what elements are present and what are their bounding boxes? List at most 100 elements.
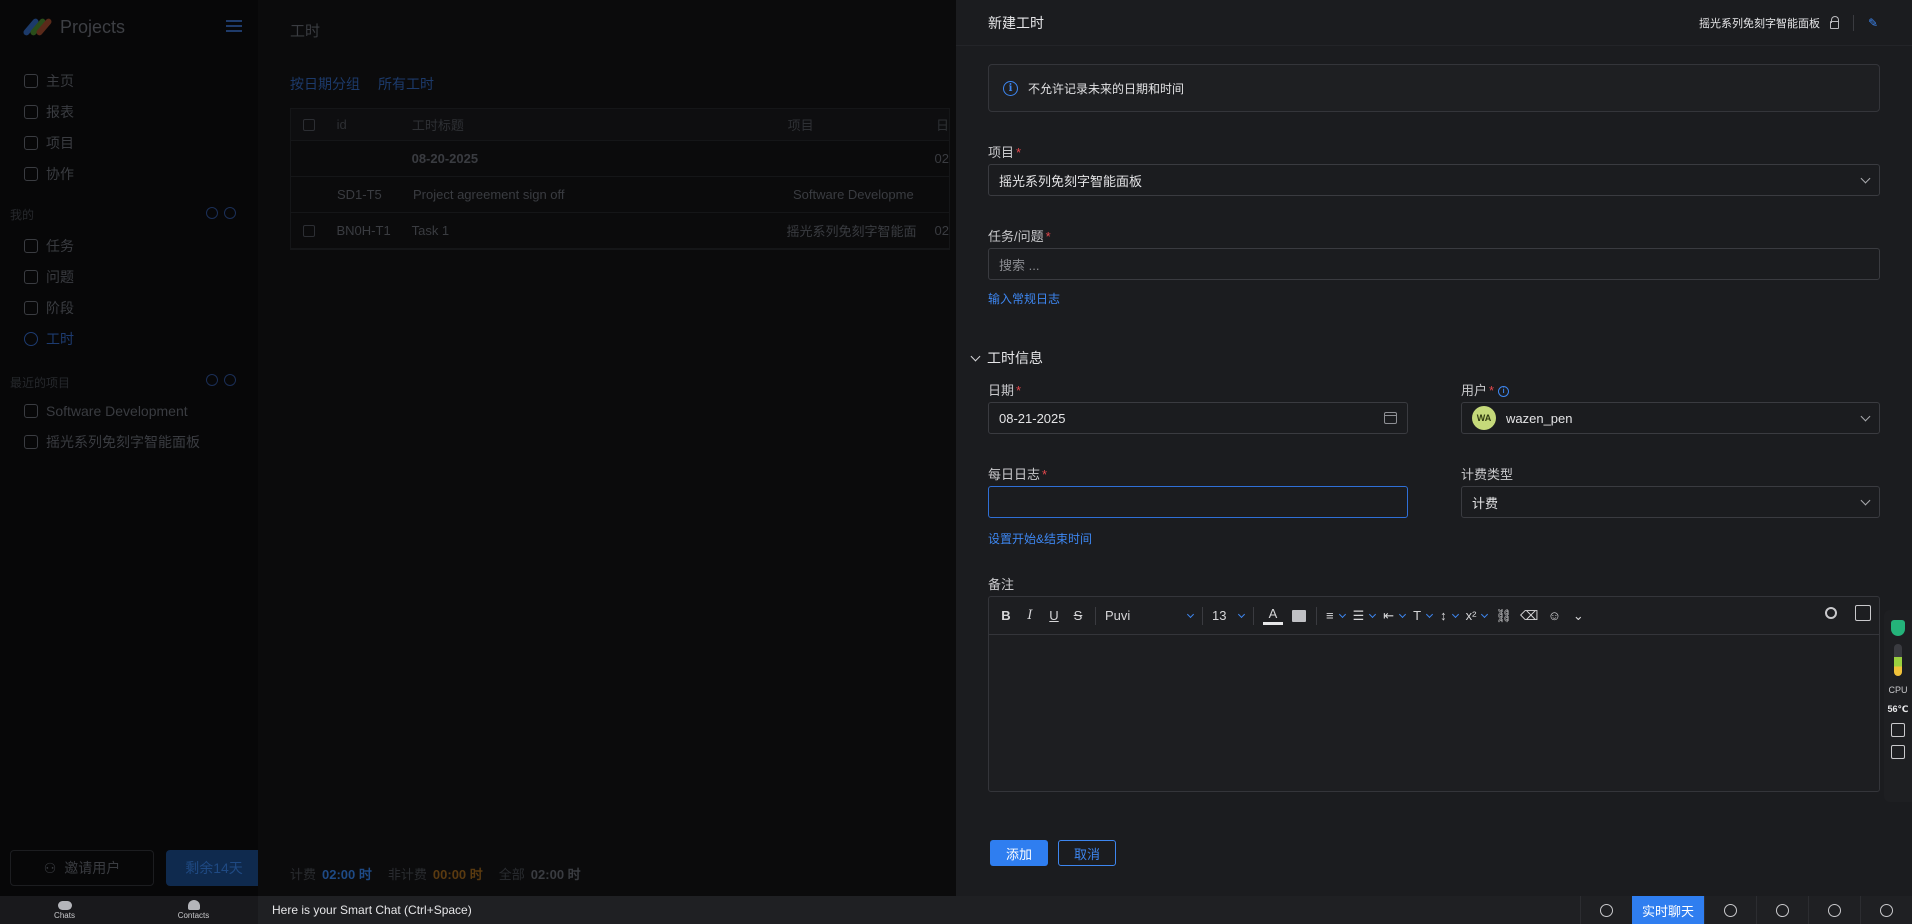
cancel-button[interactable]: 取消 bbox=[1058, 840, 1116, 866]
live-chat-button[interactable]: 实时聊天 bbox=[1632, 896, 1704, 924]
drawer-header: 新建工时 摇光系列免刻字智能面板 ✎ bbox=[956, 0, 1912, 46]
underline-button[interactable]: U bbox=[1043, 604, 1065, 628]
section-mine-label[interactable]: 我的 bbox=[10, 206, 34, 223]
indent-button[interactable]: ⇤ bbox=[1380, 604, 1408, 628]
help-button[interactable] bbox=[1808, 896, 1860, 924]
drawer-title: 新建工时 bbox=[988, 14, 1044, 31]
clock-icon bbox=[24, 332, 38, 346]
header-project-name: 摇光系列免刻字智能面板 bbox=[1699, 17, 1820, 30]
general-log-link[interactable]: 输入常规日志 bbox=[988, 290, 1060, 307]
chats-tab[interactable]: Chats bbox=[0, 896, 129, 924]
more-button[interactable]: ⌄ bbox=[1567, 604, 1589, 628]
link-button[interactable]: ⛓ bbox=[1492, 604, 1515, 628]
text-color-button[interactable]: A bbox=[1260, 604, 1286, 628]
shield-icon[interactable] bbox=[1891, 620, 1905, 636]
align-left-icon: ≡ bbox=[1326, 608, 1334, 623]
filter-all-dropdown[interactable]: 所有工时 bbox=[378, 74, 434, 94]
drawer-header-actions: 摇光系列免刻字智能面板 ✎ bbox=[1699, 14, 1880, 31]
select-all-checkbox[interactable] bbox=[302, 118, 315, 131]
contacts-icon bbox=[187, 900, 200, 910]
set-start-end-time-link[interactable]: 设置开始&结束时间 bbox=[988, 530, 1092, 547]
nav-collab[interactable]: 协作 bbox=[24, 163, 74, 185]
announcements-button[interactable] bbox=[1756, 896, 1808, 924]
group-by-dropdown[interactable]: 按日期分组 bbox=[290, 74, 360, 94]
nav-issues[interactable]: 问题 bbox=[24, 266, 74, 288]
accessibility-icon bbox=[1724, 903, 1737, 917]
user-status-button[interactable] bbox=[1580, 896, 1632, 924]
nav-tasks[interactable]: 任务 bbox=[24, 235, 74, 257]
system-monitor-widget: CPU 56℃ bbox=[1884, 610, 1912, 802]
double-chevron-down-icon: ⌄ bbox=[1572, 607, 1584, 623]
accessibility-button[interactable] bbox=[1704, 896, 1756, 924]
nav-timesheet[interactable]: 工时 bbox=[24, 328, 74, 350]
lock-icon[interactable] bbox=[1830, 15, 1839, 29]
home-icon bbox=[24, 74, 38, 88]
date-input[interactable]: 08-21-2025 bbox=[988, 402, 1408, 434]
info-icon[interactable]: i bbox=[1498, 386, 1510, 398]
row-checkbox[interactable] bbox=[302, 224, 315, 237]
daily-log-input[interactable] bbox=[988, 486, 1408, 518]
info-banner: i 不允许记录未来的日期和时间 bbox=[988, 64, 1880, 112]
table-row[interactable]: BN0H-T1 Task 1 摇光系列免刻字智能面 02 bbox=[291, 213, 949, 249]
screenshot-icon[interactable] bbox=[1891, 723, 1905, 737]
avatar: WA bbox=[1472, 406, 1496, 430]
project-select[interactable]: 摇光系列免刻字智能面板 bbox=[988, 164, 1880, 196]
text-format-button[interactable]: T bbox=[1410, 604, 1435, 628]
nav-projects[interactable]: 项目 bbox=[24, 132, 74, 154]
theme-toggle-icon[interactable] bbox=[1825, 607, 1837, 619]
brand[interactable]: Projects bbox=[22, 14, 125, 40]
chevron-down-icon bbox=[970, 351, 981, 361]
menu-toggle-icon[interactable] bbox=[226, 20, 242, 32]
help-icon bbox=[1828, 903, 1841, 917]
list-button[interactable]: ☰ bbox=[1350, 604, 1379, 628]
editor-toolbar: B I U S Puvi 13 A ≡ ☰ ⇤ T ↕ x² ⛓ ⌫ ☺ ⌄ bbox=[989, 597, 1879, 635]
nav-reports[interactable]: 报表 bbox=[24, 101, 74, 123]
invite-user-button[interactable]: ⚇ 邀请用户 bbox=[10, 850, 154, 886]
settings-icon[interactable] bbox=[224, 207, 236, 219]
fullscreen-icon[interactable] bbox=[1855, 605, 1871, 621]
notes-rich-editor[interactable]: B I U S Puvi 13 A ≡ ☰ ⇤ T ↕ x² ⛓ ⌫ ☺ ⌄ bbox=[988, 596, 1880, 792]
table-row[interactable]: SD1-T5 Project agreement sign off Softwa… bbox=[291, 177, 949, 213]
strikethrough-button[interactable]: S bbox=[1067, 604, 1089, 628]
trial-days-button[interactable]: 剩余14天 bbox=[166, 850, 262, 886]
align-button[interactable]: ≡ bbox=[1323, 604, 1348, 628]
user-select[interactable]: WA wazen_pen bbox=[1461, 402, 1880, 434]
app-root: Projects 主页 报表 项目 协作 我的 任务 问题 阶段 工时 最近的项… bbox=[0, 0, 1912, 924]
recent-project-software[interactable]: Software Development bbox=[24, 400, 188, 422]
font-family-select[interactable]: Puvi bbox=[1102, 604, 1196, 628]
add-icon[interactable] bbox=[206, 207, 218, 219]
font-size-select[interactable]: 13 bbox=[1209, 604, 1247, 628]
col-day: 日 bbox=[936, 118, 950, 133]
calendar-icon[interactable] bbox=[1384, 412, 1397, 424]
timelog-info-section-toggle[interactable]: 工时信息 bbox=[970, 348, 1043, 368]
group-date: 08-20-2025 bbox=[411, 151, 479, 166]
task-search-input[interactable]: 搜索 ... bbox=[988, 248, 1880, 280]
clear-format-button[interactable]: ⌫ bbox=[1517, 604, 1541, 628]
contacts-tab[interactable]: Contacts bbox=[129, 896, 258, 924]
superscript-button[interactable]: x² bbox=[1463, 604, 1491, 628]
italic-button[interactable]: I bbox=[1019, 604, 1041, 628]
megaphone-icon bbox=[1776, 903, 1789, 917]
add-button[interactable]: 添加 bbox=[990, 840, 1048, 866]
recent-project-panel[interactable]: 摇光系列免刻字智能面板 bbox=[24, 431, 200, 453]
user-status-icon bbox=[1600, 903, 1613, 917]
line-height-button[interactable]: ↕ bbox=[1437, 604, 1461, 628]
nav-phases[interactable]: 阶段 bbox=[24, 297, 74, 319]
timesheet-table: id 工时标题 项目 日 08-20-2025 02 SD1-T5 Projec… bbox=[290, 108, 950, 250]
zoom-search-button[interactable] bbox=[1860, 896, 1912, 924]
billing-type-select[interactable]: 计费 bbox=[1461, 486, 1880, 518]
search-icon[interactable] bbox=[224, 374, 236, 386]
nav-home[interactable]: 主页 bbox=[24, 70, 74, 92]
bold-button[interactable]: B bbox=[995, 604, 1017, 628]
smart-chat-input[interactable]: Here is your Smart Chat (Ctrl+Space) bbox=[272, 903, 1580, 917]
highlight-color-button[interactable] bbox=[1288, 604, 1310, 628]
info-icon: i bbox=[1003, 80, 1018, 96]
table-header: id 工时标题 项目 日 bbox=[291, 109, 949, 141]
indent-icon: ⇤ bbox=[1383, 607, 1395, 623]
emoji-button[interactable]: ☺ bbox=[1543, 604, 1565, 628]
add-icon[interactable] bbox=[206, 374, 218, 386]
group-row[interactable]: 08-20-2025 02 bbox=[291, 141, 949, 177]
col-id: id bbox=[336, 117, 347, 132]
search-icon[interactable] bbox=[1891, 745, 1905, 759]
edit-pencil-icon[interactable]: ✎ bbox=[1868, 17, 1880, 29]
